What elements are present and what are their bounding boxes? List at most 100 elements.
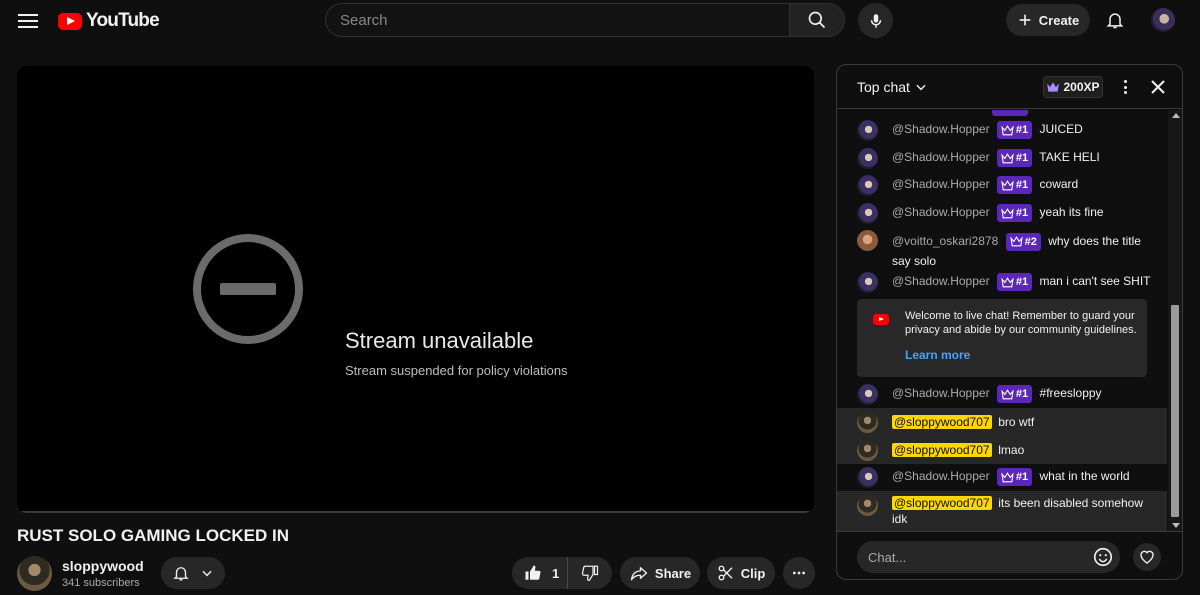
author-avatar[interactable] bbox=[857, 412, 878, 433]
like-dislike-group: 1 bbox=[512, 557, 612, 589]
like-count: 1 bbox=[552, 565, 560, 581]
rank-badge[interactable]: #1 bbox=[996, 468, 1033, 486]
chat-message: @Shadow.Hopper #1 what in the world bbox=[837, 465, 1167, 489]
rank-badge[interactable]: #1 bbox=[996, 121, 1033, 139]
author-name[interactable]: @Shadow.Hopper bbox=[892, 205, 990, 219]
rank-badge[interactable]: #1 bbox=[996, 273, 1033, 291]
heart-icon bbox=[1140, 550, 1154, 564]
author-avatar[interactable] bbox=[857, 467, 878, 488]
learn-more-link[interactable]: Learn more bbox=[905, 348, 970, 362]
xp-badge[interactable]: 200XP bbox=[1043, 76, 1103, 98]
chat-options-button[interactable] bbox=[1117, 78, 1133, 96]
channel-name[interactable]: sloppywood bbox=[62, 558, 144, 574]
author-avatar[interactable] bbox=[857, 495, 878, 516]
rank-badge-partial bbox=[992, 110, 1028, 116]
crown-icon bbox=[1001, 124, 1014, 135]
rank-badge[interactable]: #2 bbox=[1005, 232, 1041, 251]
logo-text: YouTube bbox=[86, 10, 160, 31]
welcome-text: Welcome to live chat! Remember to guard … bbox=[905, 310, 1137, 336]
author-name[interactable]: @sloppywood707 bbox=[892, 496, 992, 510]
close-icon[interactable] bbox=[1150, 79, 1166, 95]
author-name[interactable]: @sloppywood707 bbox=[892, 415, 992, 429]
dislike-icon bbox=[581, 565, 599, 582]
rank-label: #1 bbox=[1015, 388, 1029, 400]
chat-message: @voitto_oskari2878 #2 why does the title… bbox=[837, 228, 1167, 268]
rank-badge[interactable]: #1 bbox=[996, 176, 1033, 194]
author-avatar[interactable] bbox=[857, 203, 878, 224]
video-player[interactable]: Stream unavailable Stream suspended for … bbox=[17, 66, 814, 513]
emoji-icon[interactable] bbox=[1092, 546, 1114, 568]
heart-reaction-button[interactable] bbox=[1133, 543, 1161, 571]
author-name[interactable]: @Shadow.Hopper bbox=[892, 274, 990, 288]
stream-error-subtitle: Stream suspended for policy violations bbox=[345, 363, 568, 378]
share-button[interactable]: Share bbox=[620, 557, 700, 589]
author-name[interactable]: @Shadow.Hopper bbox=[892, 177, 990, 191]
author-name[interactable]: @sloppywood707 bbox=[892, 443, 992, 457]
like-button[interactable]: 1 bbox=[512, 557, 568, 589]
chat-scrollbar[interactable] bbox=[1168, 110, 1182, 531]
author-avatar[interactable] bbox=[857, 175, 878, 196]
search-button[interactable] bbox=[789, 3, 845, 37]
chat-header: Top chat 200XP bbox=[837, 65, 1182, 109]
xp-value: 200XP bbox=[1063, 80, 1100, 94]
mic-icon bbox=[870, 13, 881, 28]
scroll-down-arrow[interactable] bbox=[1172, 523, 1180, 528]
rank-badge[interactable]: #1 bbox=[996, 149, 1033, 167]
author-avatar[interactable] bbox=[857, 230, 878, 251]
scroll-up-arrow[interactable] bbox=[1172, 113, 1180, 118]
rank-label: #1 bbox=[1015, 276, 1029, 288]
message-text: JUICED bbox=[1039, 122, 1083, 137]
dislike-button[interactable] bbox=[568, 557, 612, 589]
chat-message: @Shadow.Hopper #1 man i can't see SHIT bbox=[837, 270, 1167, 293]
like-icon bbox=[525, 565, 541, 580]
chat-input[interactable] bbox=[857, 541, 1120, 573]
notification-settings-button[interactable] bbox=[161, 557, 225, 589]
message-text: what in the world bbox=[1039, 469, 1130, 484]
more-actions-button[interactable] bbox=[783, 557, 815, 589]
chat-mode-selector[interactable]: Top chat bbox=[857, 79, 928, 95]
author-name[interactable]: @Shadow.Hopper bbox=[892, 150, 990, 164]
author-name[interactable]: @Shadow.Hopper bbox=[892, 386, 990, 400]
chat-message: @Shadow.Hopper #1 coward bbox=[837, 173, 1167, 196]
stop-circle-icon bbox=[193, 234, 303, 344]
chevron-down-icon bbox=[916, 84, 926, 91]
message-text: man i can't see SHIT bbox=[1039, 274, 1151, 289]
rank-badge[interactable]: #1 bbox=[996, 204, 1033, 222]
search-input[interactable] bbox=[325, 3, 789, 37]
account-avatar[interactable] bbox=[1151, 8, 1175, 32]
author-name[interactable]: @Shadow.Hopper bbox=[892, 469, 990, 483]
voice-search-button[interactable] bbox=[858, 3, 893, 38]
video-title: RUST SOLO GAMING LOCKED IN bbox=[17, 526, 289, 545]
youtube-logo[interactable]: YouTube bbox=[58, 10, 160, 32]
progress-bar[interactable] bbox=[17, 511, 814, 513]
message-text: yeah its fine bbox=[1039, 205, 1104, 220]
crown-icon bbox=[1001, 207, 1014, 218]
message-text: TAKE HELI bbox=[1039, 150, 1100, 165]
clip-button[interactable]: Clip bbox=[707, 557, 775, 589]
scroll-thumb[interactable] bbox=[1171, 305, 1179, 517]
rank-badge[interactable]: #1 bbox=[996, 385, 1033, 403]
youtube-logo-icon bbox=[58, 12, 82, 30]
message-text: coward bbox=[1039, 177, 1079, 192]
chevron-down-icon bbox=[202, 570, 212, 577]
notifications-button[interactable] bbox=[1101, 6, 1129, 34]
chat-message: @Shadow.Hopper #1 #freesloppy bbox=[837, 382, 1167, 405]
author-name[interactable]: @voitto_oskari2878 bbox=[892, 234, 998, 248]
author-avatar[interactable] bbox=[857, 440, 878, 461]
crown-icon bbox=[1001, 152, 1014, 163]
author-avatar[interactable] bbox=[857, 272, 878, 293]
crown-icon bbox=[1001, 179, 1014, 190]
crown-icon bbox=[1009, 236, 1023, 247]
menu-icon[interactable] bbox=[16, 10, 40, 30]
channel-avatar[interactable] bbox=[17, 556, 52, 591]
top-bar: YouTube Create bbox=[0, 0, 1200, 40]
author-name[interactable]: @Shadow.Hopper bbox=[892, 122, 990, 136]
author-avatar[interactable] bbox=[857, 384, 878, 405]
create-button[interactable]: Create bbox=[1006, 4, 1090, 36]
chat-message-list[interactable]: @Shadow.Hopper #1 JUICED @Shadow.Hopper … bbox=[837, 110, 1167, 531]
author-avatar[interactable] bbox=[857, 148, 878, 169]
author-avatar[interactable] bbox=[857, 120, 878, 141]
chat-message: @Shadow.Hopper #1 yeah its fine bbox=[837, 201, 1167, 224]
chat-message-owner: @sloppywood707 bro wtf bbox=[837, 408, 1167, 436]
rank-label: #1 bbox=[1015, 152, 1029, 164]
